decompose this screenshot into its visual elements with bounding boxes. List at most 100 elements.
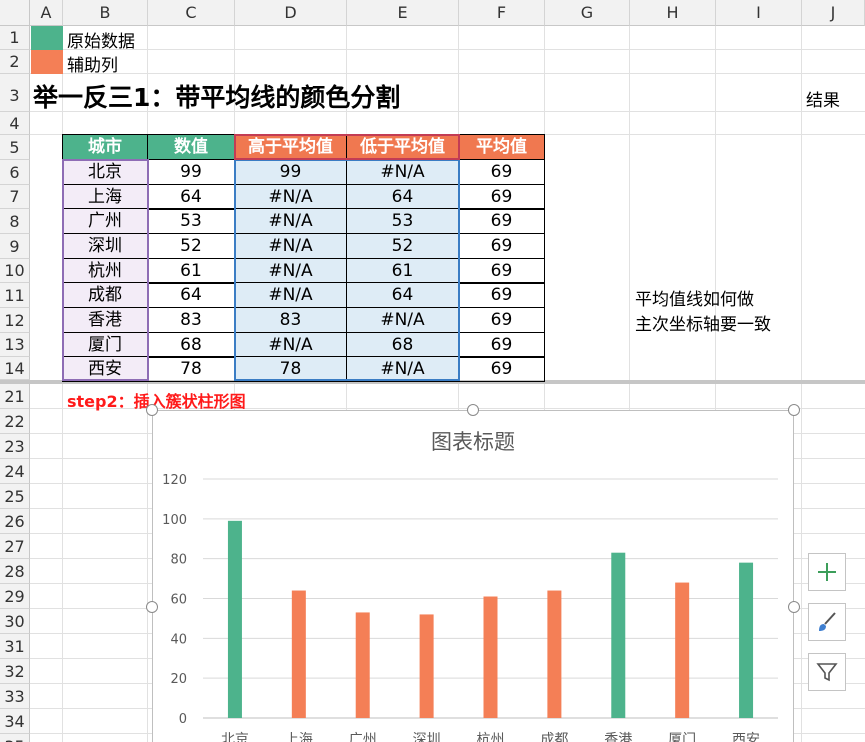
resize-handle-top-right[interactable] <box>788 404 800 416</box>
resize-handle-right[interactable] <box>788 601 800 613</box>
column-header-g[interactable]: G <box>545 0 630 26</box>
row-header[interactable]: 13 <box>0 333 30 357</box>
row-header[interactable]: 4 <box>0 112 30 135</box>
column-header-e[interactable]: E <box>347 0 459 26</box>
column-header-h[interactable]: H <box>630 0 716 26</box>
chart-area[interactable]: 图表标题 0 20 40 60 80 100 120 北京 上海 广州 深圳 杭州 成都 香港 厦门 西安 <box>152 410 794 742</box>
average-cell[interactable]: 69 <box>458 282 545 308</box>
x-tick-label: 厦门 <box>668 732 696 742</box>
range-highlight-city <box>62 159 149 381</box>
chart-elements-button[interactable] <box>808 553 846 591</box>
row-header[interactable]: 10 <box>0 259 30 283</box>
legend-swatch-helper <box>31 50 63 74</box>
row-header[interactable]: 1 <box>0 26 30 50</box>
select-all-corner[interactable] <box>0 0 30 26</box>
row-header[interactable]: 3 <box>0 74 30 112</box>
row-header[interactable]: 32 <box>0 659 30 684</box>
x-tick-label: 杭州 <box>477 732 505 742</box>
chart-title[interactable]: 图表标题 <box>431 430 515 454</box>
row-header[interactable]: 25 <box>0 484 30 509</box>
column-header-d[interactable]: D <box>235 0 347 26</box>
column-header-f[interactable]: F <box>459 0 545 26</box>
x-tick-label: 香港 <box>604 732 632 742</box>
row-header[interactable]: 22 <box>0 409 30 434</box>
average-cell[interactable]: 69 <box>458 307 545 333</box>
column-header-c[interactable]: C <box>148 0 235 26</box>
row-header[interactable]: 31 <box>0 634 30 659</box>
bar-below-average[interactable] <box>547 590 562 718</box>
row-header[interactable]: 26 <box>0 509 30 534</box>
average-cell[interactable]: 69 <box>458 356 545 382</box>
table-header-value[interactable]: 数值 <box>147 134 235 160</box>
row-header[interactable]: 29 <box>0 584 30 609</box>
value-cell[interactable]: 99 <box>147 159 235 185</box>
row-header[interactable]: 2 <box>0 50 30 74</box>
row-header[interactable]: 11 <box>0 283 30 308</box>
row-header[interactable]: 28 <box>0 559 30 584</box>
note-axis-consistent: 主次坐标轴要一致 <box>635 315 771 335</box>
row-header[interactable]: 23 <box>0 434 30 459</box>
table-header-average[interactable]: 平均值 <box>458 134 545 160</box>
spreadsheet: A B C D E F G H I J 1 2 3 4 5 6 7 8 9 10… <box>0 0 865 742</box>
row-header[interactable]: 21 <box>0 384 30 409</box>
bar-below-average[interactable] <box>355 612 370 718</box>
average-cell[interactable]: 69 <box>458 184 545 210</box>
value-cell[interactable]: 83 <box>147 307 235 333</box>
row-header[interactable]: 33 <box>0 684 30 709</box>
bar-above-average[interactable] <box>611 552 626 718</box>
row-header[interactable]: 27 <box>0 534 30 559</box>
average-cell[interactable]: 69 <box>458 208 545 234</box>
bar-below-average[interactable] <box>483 596 498 718</box>
average-cell[interactable]: 69 <box>458 159 545 185</box>
average-cell[interactable]: 69 <box>458 258 545 284</box>
value-cell[interactable]: 52 <box>147 233 235 259</box>
row-header[interactable]: 14 <box>0 357 30 380</box>
bar-above-average[interactable] <box>227 520 242 718</box>
table-header-city[interactable]: 城市 <box>62 134 148 160</box>
bar-below-average[interactable] <box>291 590 306 718</box>
bar-above-average[interactable] <box>739 562 754 718</box>
value-cell[interactable]: 64 <box>147 184 235 210</box>
row-header[interactable]: 24 <box>0 459 30 484</box>
column-header-a[interactable]: A <box>30 0 63 26</box>
y-tick-label: 20 <box>170 672 187 687</box>
row-header[interactable]: 9 <box>0 234 30 259</box>
x-tick-label: 西安 <box>732 732 760 742</box>
value-cell[interactable]: 78 <box>147 356 235 382</box>
resize-handle-top[interactable] <box>467 404 479 416</box>
column-header-b[interactable]: B <box>63 0 148 26</box>
y-tick-label: 60 <box>170 593 187 608</box>
value-cell[interactable]: 68 <box>147 332 235 358</box>
row-header[interactable]: 35 <box>0 734 30 742</box>
resize-handle-left[interactable] <box>146 601 158 613</box>
y-tick-label: 40 <box>170 632 187 647</box>
average-cell[interactable]: 69 <box>458 233 545 259</box>
bar-below-average[interactable] <box>675 582 690 718</box>
row-header[interactable]: 30 <box>0 609 30 634</box>
row-header[interactable]: 7 <box>0 185 30 209</box>
range-highlight-values <box>234 159 460 381</box>
row-header[interactable]: 8 <box>0 209 30 234</box>
chart-styles-button[interactable] <box>808 603 846 641</box>
bar-below-average[interactable] <box>419 614 434 718</box>
resize-handle-top-left[interactable] <box>146 404 158 416</box>
x-tick-label: 广州 <box>349 732 377 742</box>
row-header[interactable]: 34 <box>0 709 30 734</box>
value-cell[interactable]: 61 <box>147 258 235 284</box>
range-highlight-series-names <box>234 134 460 160</box>
x-tick-label: 北京 <box>221 732 249 742</box>
chart-filters-button[interactable] <box>808 653 846 691</box>
x-tick-label: 上海 <box>285 732 313 742</box>
row-header[interactable]: 6 <box>0 160 30 185</box>
y-tick-label: 120 <box>162 473 187 488</box>
result-label: 结果 <box>806 91 840 111</box>
row-header[interactable]: 5 <box>0 135 30 160</box>
column-header-j[interactable]: J <box>802 0 865 26</box>
value-cell[interactable]: 53 <box>147 208 235 234</box>
average-cell[interactable]: 69 <box>458 332 545 358</box>
value-cell[interactable]: 64 <box>147 282 235 308</box>
row-header[interactable]: 12 <box>0 308 30 333</box>
sheet-title: 举一反三1：带平均线的颜色分割 <box>33 83 401 112</box>
column-header-i[interactable]: I <box>716 0 802 26</box>
legend-label-original: 原始数据 <box>67 32 135 52</box>
